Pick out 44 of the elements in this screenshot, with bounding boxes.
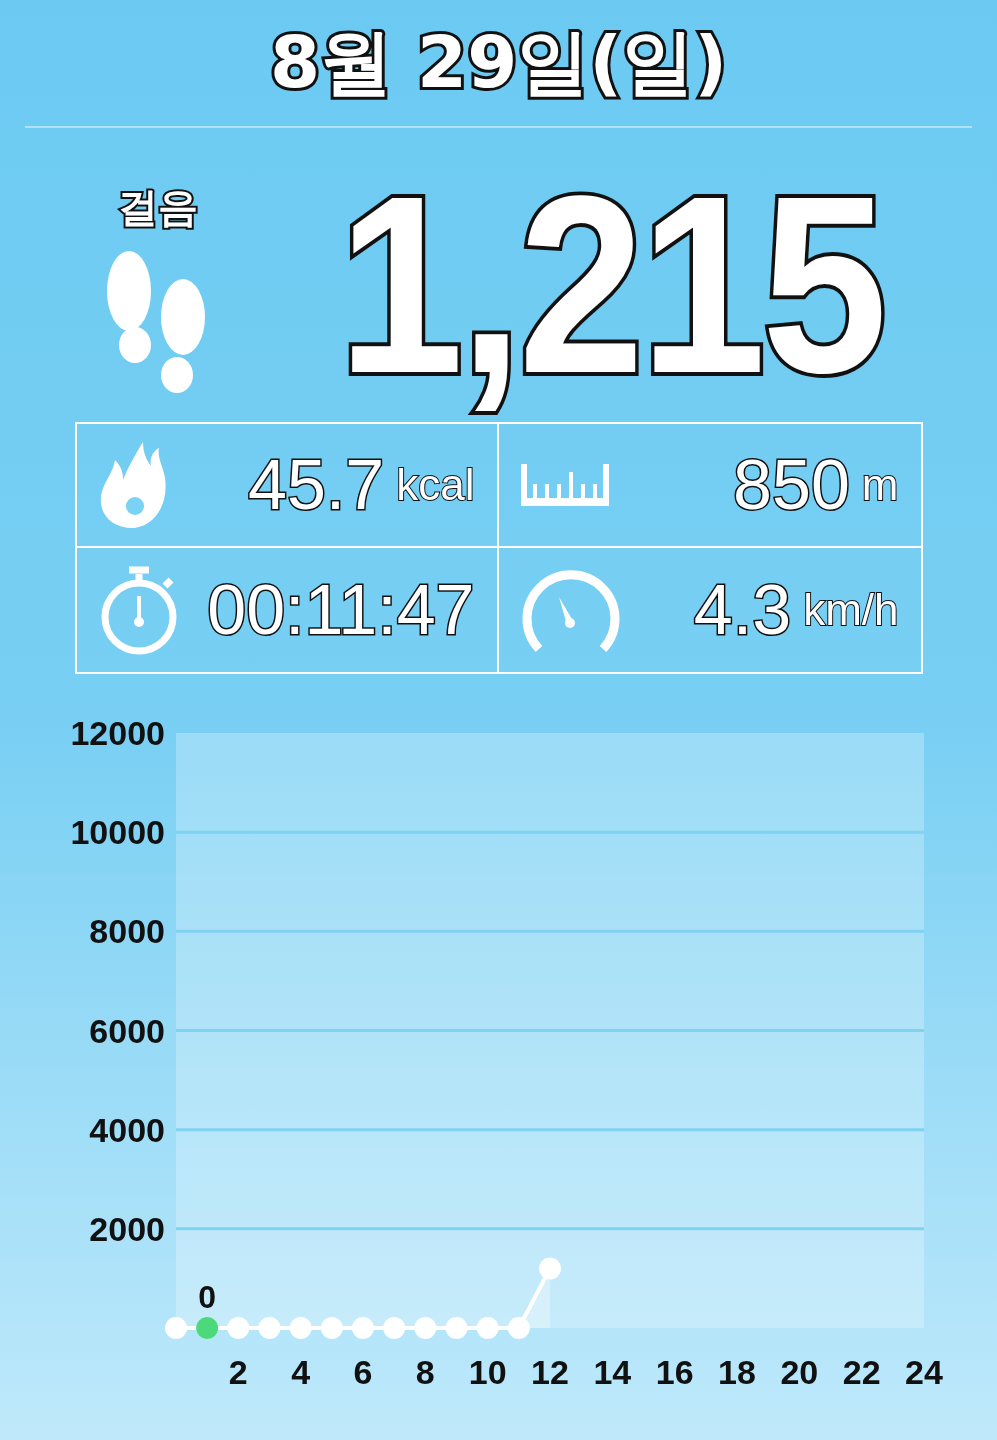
data-point (414, 1317, 437, 1339)
stat-unit: km/h (803, 585, 899, 635)
stat-unit: m (861, 460, 899, 510)
y-axis-label: 12000 (70, 714, 165, 752)
x-axis-label: 2 (228, 1353, 248, 1391)
x-axis-label: 10 (468, 1353, 507, 1391)
data-point (476, 1317, 499, 1339)
highlight-point (196, 1317, 219, 1339)
point-value-label: 0 (198, 1279, 217, 1315)
stat-value: 850 (733, 445, 850, 525)
x-axis-label: 16 (655, 1353, 694, 1391)
x-axis-label: 4 (291, 1353, 311, 1391)
data-point (227, 1317, 250, 1339)
data-point (320, 1317, 343, 1339)
x-axis-label: 6 (353, 1353, 373, 1391)
flame-icon (98, 442, 167, 528)
x-axis-label: 24 (905, 1353, 943, 1391)
x-axis-label: 20 (780, 1353, 819, 1391)
step-count: 1,215 (338, 158, 884, 428)
stat-value: 4.3 (693, 570, 792, 650)
steps-label: 걸음 (118, 183, 198, 232)
data-point (289, 1317, 312, 1339)
stat-value: 45.7 (248, 445, 385, 525)
data-point (165, 1317, 187, 1339)
y-axis-label: 6000 (89, 1011, 165, 1050)
x-axis-label: 18 (718, 1353, 756, 1391)
data-point (258, 1317, 281, 1339)
data-point (383, 1317, 406, 1339)
y-axis-label: 8000 (89, 912, 165, 951)
data-point (539, 1257, 561, 1280)
y-axis-label: 4000 (89, 1110, 165, 1149)
x-axis-label: 14 (593, 1353, 632, 1391)
x-axis-label: 22 (842, 1353, 881, 1391)
speedometer-icon (520, 567, 621, 653)
data-point (352, 1317, 374, 1339)
y-axis-label: 2000 (89, 1209, 165, 1248)
stat-unit: kcal (396, 460, 475, 510)
stat-value: 00:11:47 (207, 570, 475, 650)
x-axis-label: 8 (415, 1353, 435, 1391)
data-point (507, 1317, 530, 1339)
x-axis-label: 12 (531, 1353, 569, 1391)
y-axis-label: 10000 (70, 813, 165, 852)
data-point (445, 1317, 468, 1339)
date-title: 8월 29일(일) (269, 19, 728, 106)
